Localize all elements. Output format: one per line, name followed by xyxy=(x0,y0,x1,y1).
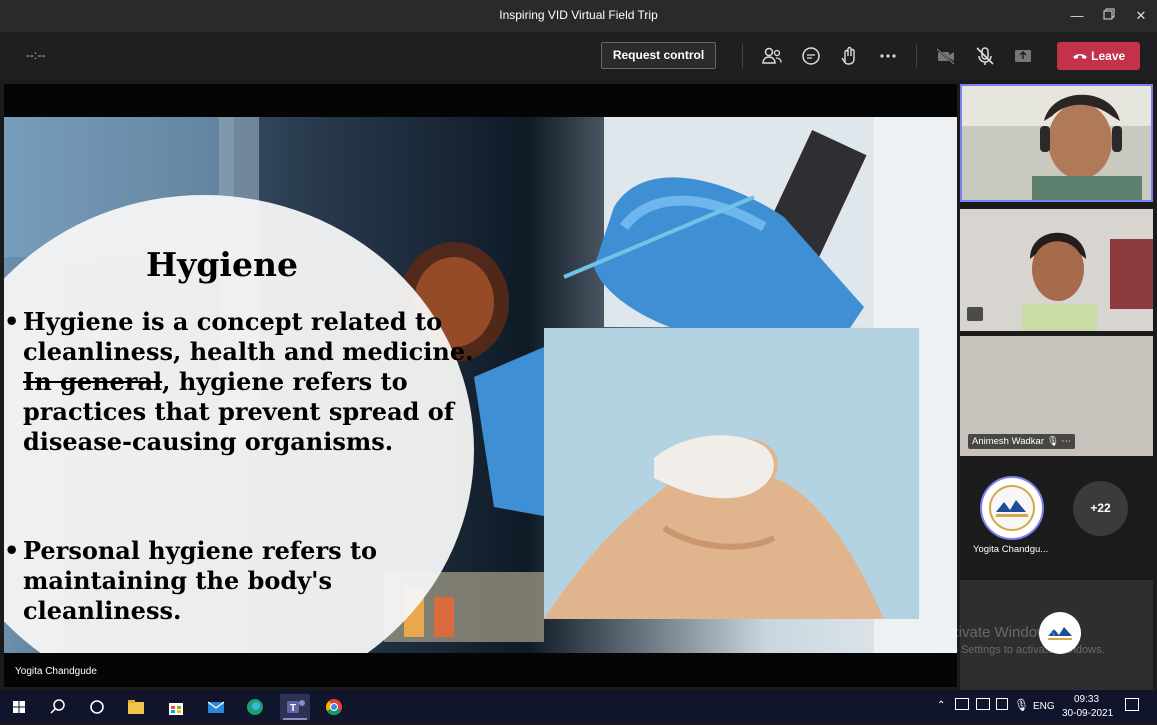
bullet1-text: Hygiene is a concept related to cleanlin… xyxy=(23,307,474,366)
clock-date[interactable]: 30-09-2021 xyxy=(1062,708,1113,719)
mail-icon[interactable] xyxy=(203,694,229,720)
teams-icon[interactable]: T xyxy=(280,694,310,720)
request-control-button[interactable]: Request control xyxy=(601,42,716,69)
presentation-slide: Hygiene • Hygiene is a concept related t… xyxy=(4,117,957,653)
active-indicator xyxy=(283,718,307,720)
activation-watermark-title: Activate Windows xyxy=(937,624,1056,641)
close-icon[interactable]: ✕ xyxy=(1130,5,1152,27)
bullet1-struck-text: In general xyxy=(23,367,163,396)
organization-logo xyxy=(989,485,1035,531)
bullet2-text: Personal hygiene refers to maintaining t… xyxy=(23,536,378,625)
file-explorer-icon[interactable] xyxy=(123,694,149,720)
slide-title: Hygiene xyxy=(146,245,298,284)
shared-screen: Hygiene • Hygiene is a concept related t… xyxy=(4,84,957,687)
participant-name-label: Animesh Wadkar 🎙 ⋯ xyxy=(968,434,1075,449)
battery-icon[interactable] xyxy=(996,698,1008,710)
participant-avatar-name: Yogita Chandgu... xyxy=(973,544,1049,555)
participant-video-tile[interactable] xyxy=(960,84,1153,202)
search-icon[interactable] xyxy=(45,694,71,720)
clock-time[interactable]: 09:33 xyxy=(1074,694,1099,705)
language-indicator[interactable]: ENG xyxy=(1033,701,1055,712)
participant-video-tile[interactable] xyxy=(960,209,1153,331)
share-tray-icon[interactable] xyxy=(1011,44,1035,68)
chat-icon[interactable] xyxy=(799,44,823,68)
svg-text:T: T xyxy=(290,703,296,714)
network-icon[interactable] xyxy=(955,698,969,710)
meet-now-icon[interactable] xyxy=(976,698,990,710)
more-participants-button[interactable]: +22 xyxy=(1073,481,1128,536)
bullet-personal-hygiene: • Personal hygiene refers to maintaining… xyxy=(4,536,474,626)
mic-off-icon xyxy=(967,307,983,321)
meeting-timer: --:-- xyxy=(26,48,46,62)
cortana-icon[interactable] xyxy=(84,694,110,720)
windows-start-icon[interactable] xyxy=(6,694,32,720)
participants-sidebar: Animesh Wadkar 🎙 ⋯ +22 Yogita Chandgu... xyxy=(957,80,1157,690)
camera-off-icon[interactable] xyxy=(934,44,958,68)
minimize-icon[interactable]: — xyxy=(1066,5,1088,27)
divider xyxy=(916,44,917,68)
bullet-dot: • xyxy=(4,307,20,336)
bullet-hygiene-definition: • Hygiene is a concept related to cleanl… xyxy=(4,307,474,457)
more-options-icon[interactable] xyxy=(876,44,900,68)
handwashing-image xyxy=(544,328,919,619)
participants-icon[interactable] xyxy=(760,44,784,68)
meeting-toolbar: --:-- Request control Leave xyxy=(0,32,1157,80)
presenter-name: Yogita Chandgude xyxy=(15,666,97,677)
participant-name: Animesh Wadkar xyxy=(972,436,1044,447)
leave-label: Leave xyxy=(1091,49,1126,63)
activation-watermark-subtitle: Go to Settings to activate Windows. xyxy=(931,644,1105,656)
divider xyxy=(742,44,743,68)
participant-avatar[interactable] xyxy=(980,476,1044,540)
participant-video-tile[interactable]: Animesh Wadkar 🎙 ⋯ xyxy=(960,336,1153,456)
chrome-browser-icon[interactable] xyxy=(321,694,347,720)
leave-button[interactable]: Leave xyxy=(1057,42,1140,70)
restore-icon[interactable] xyxy=(1098,5,1120,27)
mic-off-icon[interactable] xyxy=(973,44,997,68)
edge-browser-icon[interactable] xyxy=(242,694,268,720)
show-hidden-icons[interactable]: ⌃ xyxy=(937,700,945,711)
windows-taskbar: T ⌃ 🎙 ENG 09:33 30-09-2021 xyxy=(0,690,1157,723)
microphone-icon[interactable]: 🎙 xyxy=(1014,698,1029,712)
title-bar: Inspiring VID Virtual Field Trip — ✕ xyxy=(0,0,1157,32)
notifications-icon[interactable] xyxy=(1125,698,1139,711)
window-title: Inspiring VID Virtual Field Trip xyxy=(499,8,658,22)
store-icon[interactable] xyxy=(163,694,189,720)
raise-hand-icon[interactable] xyxy=(837,44,861,68)
bullet-dot: • xyxy=(4,536,20,565)
phone-hangup-icon xyxy=(1072,54,1087,59)
